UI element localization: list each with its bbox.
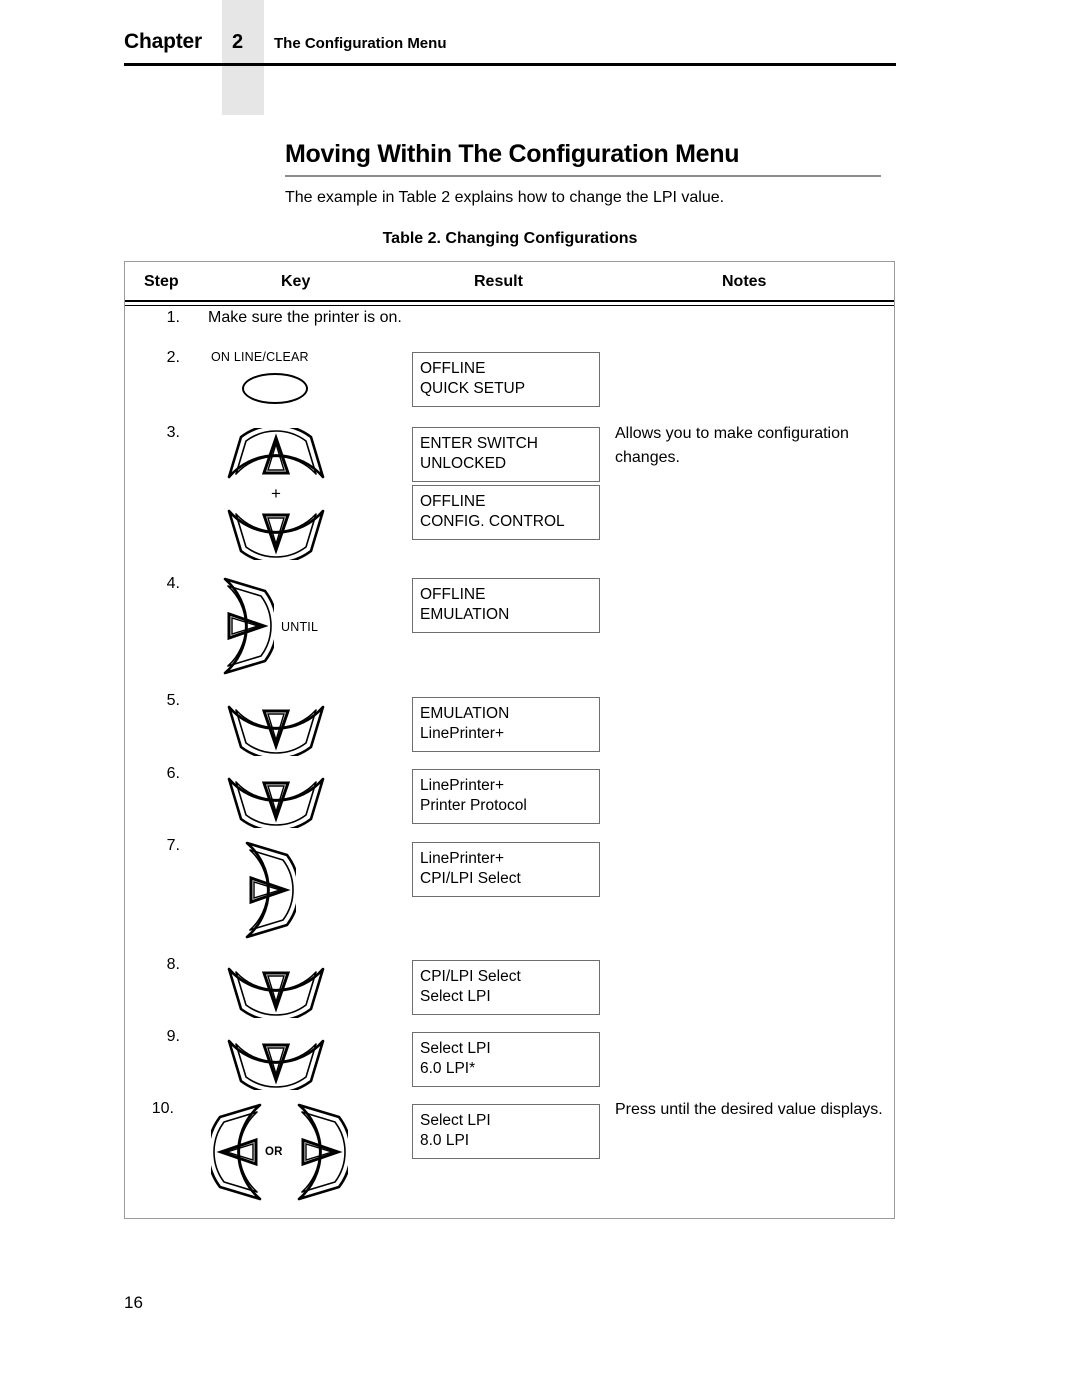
lcd-line: EMULATION <box>420 705 510 722</box>
column-header-key: Key <box>281 273 311 290</box>
note-text: Press until the desired value displays. <box>615 1101 883 1118</box>
lcd-line: Select LPI <box>420 1112 491 1129</box>
lcd-line: QUICK SETUP <box>420 380 526 397</box>
lcd-display: OFFLINE EMULATION <box>412 578 600 633</box>
table-row: 10. <box>151 1100 174 1117</box>
table-row: 5. <box>166 692 180 709</box>
lcd-display: CPI/LPI Select Select LPI <box>412 960 600 1015</box>
lcd-display: OFFLINE CONFIG. CONTROL <box>412 485 600 540</box>
lcd-display: ENTER SWITCH UNLOCKED <box>412 427 600 482</box>
left-arrow-key-icon[interactable] <box>206 1100 267 1209</box>
lcd-line: Select LPI <box>420 988 491 1005</box>
on-line-clear-key-label: ON LINE/CLEAR <box>211 350 309 364</box>
intro-paragraph: The example in Table 2 explains how to c… <box>285 189 725 206</box>
column-header-step: Step <box>144 273 179 290</box>
lcd-line: CPI/LPI Select <box>420 870 521 887</box>
chapter-word: Chapter <box>124 30 202 53</box>
down-arrow-key-icon[interactable] <box>224 962 328 1023</box>
lcd-display: Select LPI 8.0 LPI <box>412 1104 600 1159</box>
table-header-divider-thick <box>125 300 894 302</box>
up-arrow-key-icon[interactable] <box>224 423 328 489</box>
title-divider <box>285 175 881 177</box>
lcd-line: OFFLINE <box>420 586 486 603</box>
lcd-line: OFFLINE <box>420 360 486 377</box>
right-arrow-key-icon[interactable] <box>292 1100 353 1209</box>
lcd-line: LinePrinter+ <box>420 777 505 794</box>
column-header-result: Result <box>474 273 523 290</box>
page-number: 16 <box>124 1293 143 1312</box>
table-row: 7. <box>166 837 180 854</box>
lcd-line: 6.0 LPI* <box>420 1060 476 1077</box>
table-row: 4. <box>166 575 180 592</box>
lcd-line: Select LPI <box>420 1040 491 1057</box>
page-title: Moving Within The Configuration Menu <box>285 140 740 168</box>
lcd-line: LinePrinter+ <box>420 725 505 742</box>
chapter-title: The Configuration Menu <box>274 35 447 52</box>
until-key-label: UNTIL <box>281 620 319 634</box>
lcd-line: CPI/LPI Select <box>420 968 521 985</box>
lcd-display: LinePrinter+ CPI/LPI Select <box>412 842 600 897</box>
plus-separator: + <box>271 484 281 503</box>
table-row: 6. <box>166 765 180 782</box>
table-row: 8. <box>166 956 180 973</box>
down-arrow-key-icon[interactable] <box>224 1034 328 1095</box>
table-header-divider-thin <box>125 305 894 306</box>
down-arrow-key-icon[interactable] <box>224 504 328 565</box>
table-row: 3. <box>166 424 180 441</box>
lcd-line: OFFLINE <box>420 493 486 510</box>
down-arrow-key-icon[interactable] <box>224 700 328 761</box>
step-1-instruction: Make sure the printer is on. <box>208 309 402 326</box>
table-row: 1. <box>166 309 180 326</box>
lcd-line: CONFIG. CONTROL <box>420 513 565 530</box>
right-arrow-key-icon[interactable] <box>240 838 301 947</box>
on-line-clear-key-icon[interactable] <box>242 373 308 404</box>
lcd-line: Printer Protocol <box>420 797 527 814</box>
lcd-line: EMULATION <box>420 606 510 623</box>
lcd-display: OFFLINE QUICK SETUP <box>412 352 600 407</box>
or-separator: OR <box>265 1146 283 1158</box>
column-header-notes: Notes <box>722 273 767 290</box>
note-text: Allows you to make configuration changes… <box>615 425 849 466</box>
lcd-display: LinePrinter+ Printer Protocol <box>412 769 600 824</box>
lcd-line: ENTER SWITCH <box>420 435 538 452</box>
lcd-line: 8.0 LPI <box>420 1132 470 1149</box>
table-row: 9. <box>166 1028 180 1045</box>
right-arrow-key-icon[interactable] <box>218 574 279 683</box>
header-divider <box>124 63 896 66</box>
table-caption: Table 2. Changing Configurations <box>382 230 638 247</box>
lcd-display: Select LPI 6.0 LPI* <box>412 1032 600 1087</box>
lcd-line: UNLOCKED <box>420 455 507 472</box>
down-arrow-key-icon[interactable] <box>224 772 328 833</box>
lcd-line: LinePrinter+ <box>420 850 505 867</box>
chapter-number: 2 <box>232 31 244 53</box>
table-row: 2. <box>166 349 180 366</box>
lcd-display: EMULATION LinePrinter+ <box>412 697 600 752</box>
